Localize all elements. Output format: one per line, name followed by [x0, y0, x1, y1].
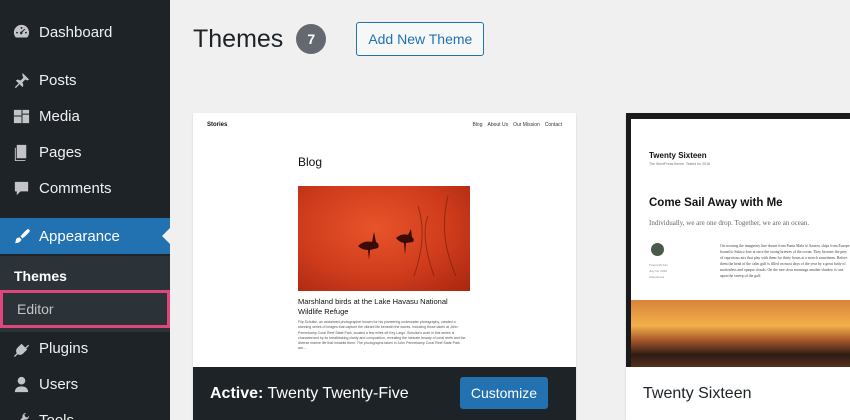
sidebar-item-label: Dashboard: [39, 23, 113, 41]
paintbrush-icon: [11, 226, 31, 246]
avatar: [651, 243, 664, 256]
pin-icon: [11, 70, 31, 90]
preview-nav-item: About Us: [487, 122, 509, 128]
sidebar-item-posts[interactable]: Posts: [0, 62, 170, 98]
sidebar-item-dashboard[interactable]: Dashboard: [0, 14, 170, 50]
add-new-theme-button[interactable]: Add New Theme: [356, 22, 485, 56]
sidebar-item-label: Tools: [39, 411, 75, 420]
preview-sunset-photo: [631, 300, 850, 373]
media-icon: [11, 106, 31, 126]
wrench-icon: [11, 410, 31, 420]
sidebar-item-label: Plugins: [39, 339, 89, 357]
sidebar-item-tools[interactable]: Tools: [0, 402, 170, 420]
sidebar-item-comments[interactable]: Comments: [0, 170, 170, 206]
preview-meta-item: Adventures: [649, 275, 665, 279]
plug-icon: [11, 338, 31, 358]
sidebar-item-appearance[interactable]: Appearance: [0, 218, 170, 254]
sidebar-item-label: Users: [39, 375, 79, 393]
sidebar-item-label: Appearance: [39, 227, 120, 245]
current-menu-arrow: [162, 228, 170, 244]
theme-screenshot[interactable]: Twenty Sixteen The WordPress theme. Test…: [626, 113, 850, 373]
preview-page: Twenty Sixteen The WordPress theme. Test…: [631, 119, 850, 373]
preview-nav-item: Blog: [472, 122, 483, 128]
preview-nav-item: Contact: [544, 122, 562, 128]
active-prefix: Active:: [210, 384, 264, 402]
preview-bird-photo: [298, 186, 470, 291]
active-theme-label: Active: Twenty Twenty-Five: [210, 385, 409, 403]
theme-count-badge: 7: [296, 24, 327, 54]
active-theme-bar: Active: Twenty Twenty-Five Customize: [193, 367, 576, 420]
sidebar-item-label: Comments: [39, 179, 112, 197]
dashboard-icon: [11, 22, 31, 42]
sidebar-item-users[interactable]: Users: [0, 366, 170, 402]
active-theme-name: Twenty Twenty-Five: [267, 384, 409, 402]
preview-post-title: Come Sail Away with Me: [649, 197, 783, 209]
preview-meta: Twenty16 Fan July 19, 2016 Adventures: [649, 262, 668, 280]
preview-site-name: Twenty Sixteen: [649, 151, 707, 160]
sidebar-item-plugins[interactable]: Plugins: [0, 330, 170, 366]
page-header: Themes 7 Add New Theme: [193, 18, 485, 60]
preview-site-title: Stories: [207, 122, 228, 128]
sidebar-item-pages[interactable]: Pages: [0, 134, 170, 170]
page-title: Themes: [193, 24, 284, 53]
sidebar-item-label: Posts: [39, 71, 77, 89]
pages-icon: [11, 142, 31, 162]
appearance-submenu: Themes Editor: [0, 256, 170, 332]
theme-card-active[interactable]: Stories Blog About Us Our Mission Contac…: [193, 113, 576, 420]
preview-nav-item: Our Mission: [513, 122, 540, 128]
preview-excerpt: Individually, we are one drop. Together,…: [649, 219, 810, 227]
theme-screenshot[interactable]: Stories Blog About Us Our Mission Contac…: [193, 113, 576, 367]
comments-icon: [11, 178, 31, 198]
preview-nav: Blog About Us Our Mission Contact: [472, 122, 562, 128]
preview-caption: Marshland birds at the Lake Havasu Natio…: [298, 297, 448, 317]
preview-heading: Blog: [298, 155, 323, 169]
preview-body-text: On crossing the imaginary line drawn fro…: [720, 244, 850, 279]
customize-button[interactable]: Customize: [459, 377, 548, 409]
submenu-item-themes[interactable]: Themes: [0, 261, 170, 291]
preview-body-text: Flip Schulke, an acclaimed photographer …: [298, 320, 466, 351]
theme-name-bar: Twenty Sixteen: [626, 367, 850, 420]
theme-card-twenty-sixteen[interactable]: Twenty Sixteen The WordPress theme. Test…: [626, 113, 850, 420]
sidebar-item-label: Pages: [39, 143, 82, 161]
submenu-item-editor[interactable]: Editor: [0, 290, 170, 328]
sidebar-item-label: Media: [39, 107, 80, 125]
preview-tagline: The WordPress theme. Tested for 2016: [649, 162, 710, 166]
admin-sidebar: Dashboard Posts Media Pages Comments App…: [0, 0, 170, 420]
sidebar-item-media[interactable]: Media: [0, 98, 170, 134]
theme-name: Twenty Sixteen: [643, 384, 752, 402]
users-icon: [11, 374, 31, 394]
